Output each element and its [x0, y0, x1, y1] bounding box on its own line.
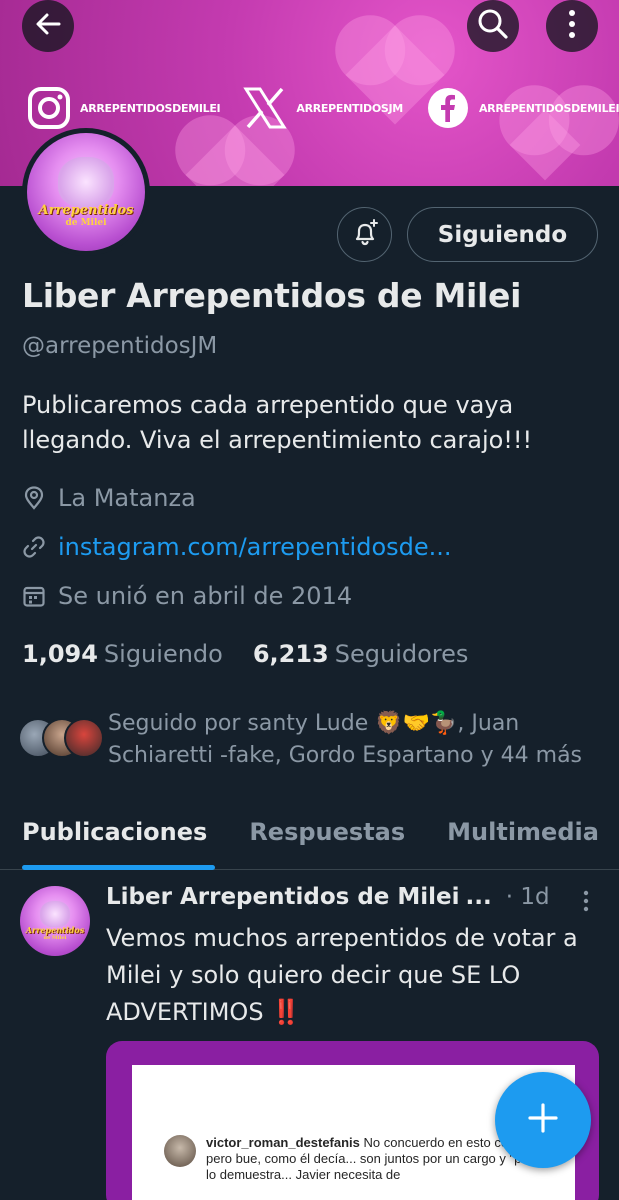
- profile-stats: 1,094 Siguiendo 6,213 Seguidores: [22, 640, 468, 668]
- lion-avatar-image: Arrepentidos de Milei: [27, 133, 145, 251]
- banner-social-handle: ARREPENTIDOSJM: [296, 101, 403, 115]
- post-body: Vemos muchos arrepentidos de votar a Mil…: [106, 924, 578, 1026]
- profile-bio: Publicaremos cada arrepentido que vaya l…: [22, 391, 533, 454]
- following-count: 1,094: [22, 640, 98, 668]
- link-icon: [22, 535, 46, 559]
- facebook-icon: [425, 85, 471, 131]
- website-link[interactable]: instagram.com/arrepentidosde...: [58, 533, 452, 561]
- avatar-logo-title: Arrepentidos: [38, 202, 134, 218]
- active-tab-indicator: [22, 865, 215, 870]
- followed-by-text: Seguido por santy Lude 🦁🤝🦆, Juan Schiare…: [108, 711, 583, 768]
- avatar-logo-title: Arrepentidos: [25, 925, 85, 935]
- post-author-avatar[interactable]: Arrepentidos de Milei: [20, 886, 90, 956]
- lion-face-graphic: [40, 901, 70, 927]
- location-text: La Matanza: [58, 484, 196, 512]
- followers-count: 6,213: [252, 640, 329, 668]
- banner-social-facebook: ARREPENTIDOSDEMILEI: [425, 85, 619, 131]
- join-date-text: Se unió en abril de 2014: [58, 582, 353, 610]
- post-author-name[interactable]: Liber Arrepentidos de Milei: [106, 884, 460, 910]
- double-exclamation-emoji: ‼️: [271, 998, 302, 1026]
- banner-social-instagram: ARREPENTIDOSDEMILEI: [26, 85, 221, 131]
- tab-posts[interactable]: Publicaciones: [22, 800, 207, 869]
- search-icon: [477, 8, 509, 44]
- notifications-bell-button[interactable]: [337, 207, 392, 262]
- instagram-icon: [26, 85, 72, 131]
- comment-username: victor_roman_destefanis: [206, 1135, 360, 1150]
- following-label: Siguiendo: [103, 640, 223, 668]
- followers-stat[interactable]: 6,213 Seguidores: [253, 640, 469, 668]
- x-logo-icon: [242, 85, 288, 131]
- arrow-left-icon: [33, 9, 63, 43]
- lion-face-graphic: [58, 156, 114, 207]
- profile-avatar[interactable]: Arrepentidos de Milei: [22, 128, 150, 256]
- compose-post-button[interactable]: [495, 1072, 591, 1168]
- post-more-button[interactable]: [574, 888, 598, 918]
- profile-website[interactable]: instagram.com/arrepentidosde...: [22, 533, 452, 561]
- calendar-icon: [22, 584, 46, 608]
- profile-name: Liber Arrepentidos de Milei: [22, 276, 522, 315]
- profile-handle: @arrepentidosJM: [22, 333, 218, 359]
- profile-join-date: Se unió en abril de 2014: [22, 582, 352, 610]
- followers-label: Seguidores: [334, 640, 469, 668]
- plus-icon: [526, 1101, 560, 1139]
- more-vertical-icon: [583, 890, 589, 916]
- location-pin-icon: [22, 486, 46, 510]
- avatar-logo-subtitle: de Milei: [65, 217, 107, 228]
- post-timestamp[interactable]: · 1d: [506, 884, 550, 910]
- tab-replies[interactable]: Respuestas: [249, 800, 405, 869]
- banner-social-handle: ARREPENTIDOSDEMILEI: [478, 101, 619, 115]
- bell-plus-icon: [350, 218, 380, 252]
- search-button[interactable]: [467, 0, 519, 52]
- tab-media[interactable]: Multimedia: [447, 800, 599, 869]
- avatar: [164, 1135, 196, 1167]
- profile-location: La Matanza: [22, 484, 196, 512]
- post-author-ellipsis: ...: [465, 884, 492, 910]
- avatar-logo-subtitle: de Milei: [43, 935, 67, 941]
- more-vertical-icon: [568, 9, 576, 43]
- banner-social-handle: ARREPENTIDOSDEMILEI: [80, 101, 221, 115]
- followed-by-row[interactable]: Seguido por santy Lude 🦁🤝🦆, Juan Schiare…: [18, 708, 608, 772]
- following-stat[interactable]: 1,094 Siguiendo: [22, 640, 223, 668]
- post-text: Vemos muchos arrepentidos de votar a Mil…: [106, 920, 601, 1031]
- post-header: Liber Arrepentidos de Milei ... · 1d: [106, 884, 550, 910]
- following-button[interactable]: Siguiendo: [407, 207, 598, 262]
- avatar: [64, 718, 104, 758]
- back-button[interactable]: [22, 0, 74, 52]
- banner-social-x: ARREPENTIDOSJM: [242, 85, 403, 131]
- profile-tabs: Publicaciones Respuestas Multimedia: [0, 800, 619, 870]
- more-options-button[interactable]: [546, 0, 598, 52]
- follower-avatars: [18, 718, 104, 762]
